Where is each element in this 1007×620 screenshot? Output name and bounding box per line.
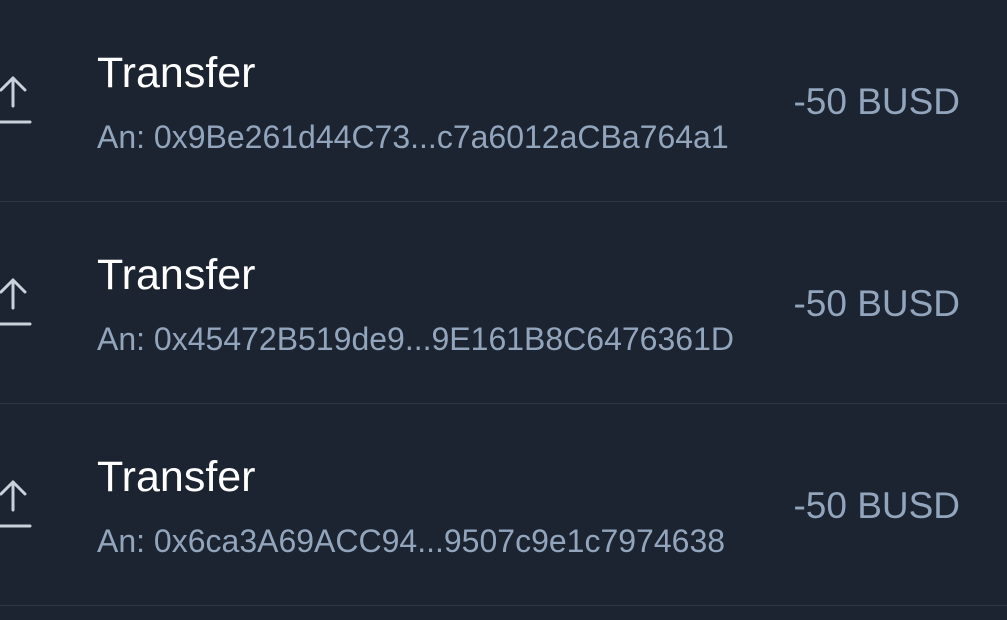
transaction-row-partial[interactable] xyxy=(0,606,1007,620)
transaction-title: Transfer xyxy=(97,251,256,299)
transaction-address: An: 0x45472B519de9...9E161B8C6476361D xyxy=(97,321,734,357)
transaction-amount: -50 BUSD xyxy=(793,81,960,122)
transaction-title: Transfer xyxy=(97,49,256,97)
transaction-title: Transfer xyxy=(97,453,256,501)
transaction-row[interactable]: Transfer An: 0x45472B519de9...9E161B8C64… xyxy=(0,202,1007,404)
transaction-list: Transfer An: 0x9Be261d44C73...c7a6012aCB… xyxy=(0,0,1007,620)
transaction-amount: -50 BUSD xyxy=(793,485,960,526)
transaction-row[interactable]: Transfer An: 0x9Be261d44C73...c7a6012aCB… xyxy=(0,0,1007,202)
upload-arrow-icon xyxy=(0,70,34,126)
upload-arrow-icon xyxy=(0,474,34,530)
transaction-address: An: 0x6ca3A69ACC94...9507c9e1c7974638 xyxy=(97,523,726,559)
transaction-row[interactable]: Transfer An: 0x6ca3A69ACC94...9507c9e1c7… xyxy=(0,404,1007,606)
transaction-amount: -50 BUSD xyxy=(793,283,960,324)
transaction-address: An: 0x9Be261d44C73...c7a6012aCBa764a1 xyxy=(97,119,729,155)
upload-arrow-icon xyxy=(0,272,34,328)
